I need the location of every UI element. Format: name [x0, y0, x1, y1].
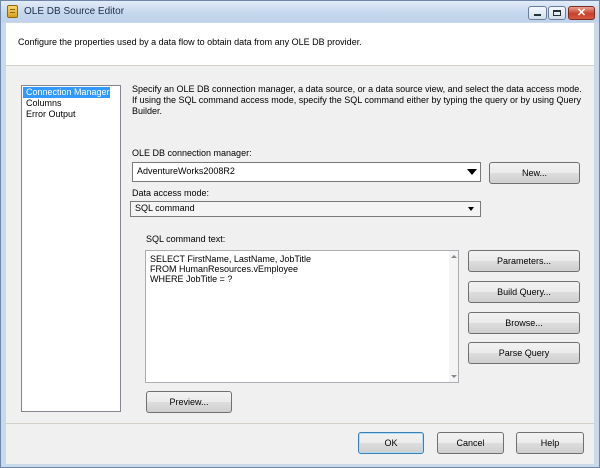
cancel-button[interactable]: Cancel: [437, 432, 504, 454]
sql-line: FROM HumanResources.vEmployee: [150, 264, 299, 274]
connection-manager-combo[interactable]: AdventureWorks2008R2: [132, 162, 481, 182]
data-access-mode-label: Data access mode:: [132, 188, 210, 198]
connection-manager-label: OLE DB connection manager:: [132, 148, 252, 158]
data-access-mode-value: SQL command: [135, 203, 195, 213]
nav-item-connection-manager[interactable]: Connection Manager: [23, 87, 110, 98]
chevron-down-icon: [467, 169, 477, 175]
minimize-button[interactable]: [528, 6, 547, 20]
connection-manager-value: AdventureWorks2008R2: [137, 166, 235, 176]
chevron-down-icon: [468, 207, 474, 211]
vertical-scrollbar[interactable]: [449, 251, 458, 382]
dropdown-arrow[interactable]: [464, 202, 480, 216]
close-icon: ✕: [576, 7, 587, 19]
sql-command-label: SQL command text:: [146, 234, 226, 244]
header-band: Configure the properties used by a data …: [6, 23, 594, 66]
dialog-window: OLE DB Source Editor ✕ Configure the pro…: [0, 0, 600, 468]
header-description: Configure the properties used by a data …: [18, 37, 362, 47]
maximize-icon: [553, 10, 561, 16]
dialog-client: Configure the properties used by a data …: [6, 23, 594, 464]
scroll-up-icon[interactable]: [451, 255, 457, 258]
preview-button[interactable]: Preview...: [146, 391, 232, 413]
sql-line: SELECT FirstName, LastName, JobTitle: [150, 254, 312, 264]
minimize-icon: [534, 14, 541, 16]
new-connection-button[interactable]: New...: [489, 162, 580, 184]
body-area: Connection Manager Columns Error Output …: [6, 66, 594, 464]
help-button[interactable]: Help: [516, 432, 584, 454]
dropdown-arrow[interactable]: [464, 163, 480, 181]
window-title: OLE DB Source Editor: [24, 6, 125, 17]
ssis-source-icon: [7, 5, 18, 18]
footer-divider: [6, 423, 594, 424]
maximize-button[interactable]: [548, 6, 566, 20]
nav-item-error-output[interactable]: Error Output: [23, 109, 110, 120]
page-description: Specify an OLE DB connection manager, a …: [132, 84, 582, 116]
data-access-mode-combo[interactable]: SQL command: [130, 201, 481, 217]
sql-line: WHERE JobTitle = ?: [150, 274, 233, 284]
title-bar[interactable]: OLE DB Source Editor ✕: [1, 1, 599, 22]
sql-command-textarea[interactable]: SELECT FirstName, LastName, JobTitle FRO…: [145, 250, 459, 383]
build-query-button[interactable]: Build Query...: [468, 281, 580, 303]
ok-button[interactable]: OK: [358, 432, 424, 454]
parameters-button[interactable]: Parameters...: [468, 250, 580, 272]
page-list: Connection Manager Columns Error Output: [21, 85, 121, 412]
close-button[interactable]: ✕: [568, 6, 595, 20]
scroll-down-icon[interactable]: [451, 375, 457, 378]
parse-query-button[interactable]: Parse Query: [468, 342, 580, 364]
browse-button[interactable]: Browse...: [468, 312, 580, 334]
nav-item-columns[interactable]: Columns: [23, 98, 110, 109]
